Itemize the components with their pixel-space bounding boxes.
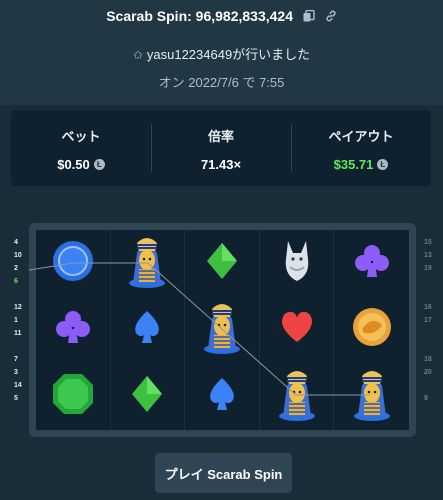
blue-spade-icon <box>130 309 164 350</box>
pharaoh-icon <box>275 366 319 427</box>
vip-star-icon: ✩ <box>132 48 143 62</box>
payline-number <box>424 275 432 288</box>
payline-number: 2 <box>14 265 18 272</box>
bet-detail-header: Scarab Spin: 96,982,833,424 ✩ yasu1223464… <box>0 0 443 105</box>
pharaoh-icon <box>350 366 394 427</box>
reel-cell <box>334 363 409 430</box>
payline-number: 13 <box>424 252 432 259</box>
reel-cell <box>185 230 260 297</box>
reel-cell <box>185 296 260 364</box>
reel-cell <box>260 363 335 430</box>
litecoin-icon: Ł <box>93 159 105 170</box>
reel-cell <box>36 230 111 297</box>
payline-number: 3 <box>14 369 18 376</box>
copy-icon[interactable] <box>303 9 315 25</box>
payline-number: 15 <box>424 239 432 246</box>
green-diamond-icon <box>205 242 239 285</box>
pharaoh-icon <box>200 299 244 360</box>
reel-cell <box>260 296 335 364</box>
payline-number: 12 <box>14 304 22 311</box>
reel-cell <box>334 230 409 297</box>
payline-number: 19 <box>424 265 432 272</box>
bet-label: ベット <box>61 129 101 144</box>
game-title-row: Scarab Spin: 96,982,833,424 <box>0 8 443 25</box>
payline-number: 17 <box>424 317 432 324</box>
red-heart-icon <box>279 310 315 349</box>
payline-number: 14 <box>14 382 22 389</box>
link-icon[interactable] <box>325 9 337 25</box>
multiplier-label: 倍率 <box>207 129 234 144</box>
blue-spade-icon <box>205 376 239 417</box>
multiplier-stat: 倍率 71.43× <box>151 110 291 186</box>
payline-number: 4 <box>14 239 18 246</box>
payline-number <box>14 340 22 353</box>
game-title: Scarab Spin: 96,982,833,424 <box>106 8 293 24</box>
payout-value: $35.71 <box>333 157 374 172</box>
payline-number <box>14 288 22 301</box>
multiplier-value: 71.43× <box>200 157 242 172</box>
payline-number: 9 <box>424 395 428 402</box>
wolf-icon <box>280 239 314 288</box>
right-payline-numbers: 15 13 19 16 17 18 20 9 <box>424 236 432 405</box>
payline-number: 6 <box>14 278 18 285</box>
bet-stat: ベット $0.50 Ł <box>11 110 151 186</box>
reel-cell <box>260 230 335 297</box>
payout-stat: ペイアウト $35.71 Ł <box>291 110 431 186</box>
bet-stats-panel: ベット $0.50 Ł 倍率 71.43× ペイアウト $35.71 Ł <box>11 110 431 186</box>
slot-board <box>29 223 416 437</box>
reel-cell <box>111 296 186 364</box>
bet-value: $0.50 <box>57 157 90 172</box>
bet-date: オン 2022/7/6 で 7:55 <box>158 75 285 90</box>
payline-number <box>424 340 432 353</box>
placed-by-row: ✩ yasu12234649が行いました <box>0 44 443 63</box>
payline-number <box>424 288 432 301</box>
pharaoh-icon <box>125 233 169 294</box>
reel-cell <box>334 297 409 364</box>
payout-label: ペイアウト <box>328 129 394 144</box>
payline-number: 16 <box>424 304 432 311</box>
reel-grid <box>36 230 409 430</box>
payline-number: 7 <box>14 356 18 363</box>
gold-scarab-coin-icon <box>350 305 394 354</box>
payline-number: 5 <box>14 395 18 402</box>
litecoin-icon: Ł <box>377 159 389 170</box>
payline-number: 10 <box>14 252 22 259</box>
payline-number: 1 <box>14 317 18 324</box>
reel-cell <box>36 363 111 430</box>
play-game-button[interactable]: プレイ Scarab Spin <box>155 453 292 493</box>
payline-number: 18 <box>424 356 432 363</box>
payline-number <box>424 327 432 340</box>
purple-club-icon <box>354 243 390 284</box>
green-gem-icon <box>51 372 95 421</box>
placed-by-text[interactable]: yasu12234649が行いました <box>147 47 310 62</box>
payline-number: 11 <box>14 330 22 337</box>
left-payline-numbers: 4 10 2 6 12 1 11 7 3 14 5 <box>14 236 22 405</box>
green-diamond-icon <box>130 375 164 418</box>
blue-coin-icon <box>51 239 95 288</box>
reel-cell <box>36 296 111 364</box>
purple-club-icon <box>55 309 91 350</box>
reel-cell <box>111 363 186 430</box>
payline-number: 20 <box>424 369 432 376</box>
reel-cell <box>185 363 260 430</box>
reel-cell <box>111 230 186 297</box>
payline-number <box>424 379 432 392</box>
